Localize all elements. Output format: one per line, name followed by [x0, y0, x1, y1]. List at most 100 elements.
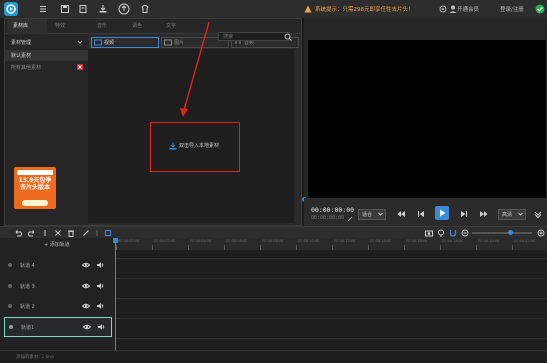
system-notice[interactable]: 系统提示：只需298元即享任性去片头！	[315, 5, 414, 13]
sidebar-header-label: 素材管理	[11, 40, 32, 46]
add-track-button[interactable]: + 添加轨道	[44, 241, 70, 248]
upload-icon[interactable]	[118, 3, 130, 15]
skip-to-end-icon[interactable]	[478, 209, 488, 219]
search-icon[interactable]	[284, 33, 292, 41]
track-row-selected[interactable]: 轨道1	[4, 317, 112, 337]
top-bar: 系统提示：只需298元即享任性去片头！ 开通会员 登录/注册	[0, 0, 547, 19]
category-video[interactable]: 视频	[91, 37, 159, 48]
app-logo-icon[interactable]	[4, 2, 18, 16]
track-divider	[114, 318, 547, 319]
track-divider	[114, 258, 547, 259]
ruler-tick-label: 00:00:22:00	[514, 239, 536, 243]
status-ok-icon	[535, 4, 545, 14]
tab-color[interactable]: 调色	[132, 22, 142, 29]
playhead[interactable]	[115, 238, 116, 350]
zoom-in-icon[interactable]	[537, 229, 545, 237]
import-icon	[169, 142, 177, 150]
promo-text: 13.9元包季 去片头版本	[18, 177, 52, 191]
ruler-tick-label: 00:00:00:00	[118, 239, 140, 243]
menu-icon[interactable]	[38, 4, 48, 14]
edit-timecode-icon[interactable]	[347, 216, 353, 222]
next-frame-icon[interactable]	[459, 209, 469, 219]
timecode-total: 00:00:00:00	[311, 215, 345, 221]
export-icon[interactable]	[98, 4, 108, 14]
prev-frame-icon[interactable]	[416, 209, 426, 219]
eye-icon[interactable]	[82, 282, 90, 290]
track-label: 轨道 3	[20, 284, 35, 290]
track-dot-icon	[8, 304, 12, 308]
status-bar: 添加的素材: 1 line	[0, 350, 547, 363]
tab-music[interactable]: 音乐	[97, 22, 107, 29]
track-row[interactable]: 轨道 2	[0, 296, 114, 316]
zoom-out-icon[interactable]	[461, 229, 469, 237]
track-dot-icon	[8, 284, 12, 288]
track-row[interactable]: 轨道 3	[0, 276, 114, 296]
tab-media[interactable]: 素材库	[13, 22, 28, 29]
delete-clip-icon[interactable]	[67, 229, 75, 237]
promo-ad[interactable]: 13.9元包季 去片头版本	[14, 167, 56, 209]
timecode-current: 00:00:00:00	[311, 206, 355, 214]
category-video-label: 视频	[104, 40, 115, 46]
crop-icon[interactable]	[104, 229, 112, 237]
ruler-tick-label: 00:00:12:00	[334, 239, 356, 243]
fit-select-label: 适合	[362, 212, 373, 218]
track-dot-icon	[9, 325, 13, 329]
track-label: 轨道 2	[20, 304, 35, 310]
warning-icon	[304, 5, 312, 13]
timeline-body[interactable]	[114, 250, 547, 350]
track-row[interactable]: 轨道 4	[0, 255, 114, 275]
playhead-handle[interactable]	[113, 238, 118, 243]
ruler-tick-label: 00:00:10:00	[298, 239, 320, 243]
save-icon[interactable]	[60, 4, 70, 14]
zoom-slider[interactable]	[472, 232, 532, 234]
tab-effects[interactable]: 特效	[55, 22, 65, 29]
eye-icon[interactable]	[82, 302, 90, 310]
vip-link[interactable]: 开通会员	[457, 5, 479, 13]
ruler-tick-label: 00:00:16:00	[406, 239, 428, 243]
eye-icon[interactable]	[83, 323, 91, 331]
sidebar-item-default[interactable]: 默认素材	[5, 50, 89, 61]
magnet-icon[interactable]	[449, 229, 457, 237]
speaker-icon[interactable]	[97, 323, 105, 331]
expand-icon[interactable]	[533, 209, 543, 219]
video-preview[interactable]	[308, 40, 546, 198]
pen-icon[interactable]	[82, 229, 90, 237]
import-highlight-box[interactable]: 双击导入本地素材	[150, 122, 240, 172]
zoom-slider-handle[interactable]	[508, 230, 513, 235]
fit-select[interactable]: 适合	[358, 209, 386, 220]
speaker-icon[interactable]	[96, 302, 104, 310]
chevron-down-icon[interactable]	[77, 39, 83, 45]
settings-icon[interactable]	[438, 4, 448, 14]
login-link[interactable]: 登录/注册	[500, 5, 524, 13]
ruler-tick-label: 00:00:06:00	[226, 239, 248, 243]
sidebar-header[interactable]: 素材管理	[5, 37, 89, 48]
speaker-icon[interactable]	[96, 282, 104, 290]
quality-select[interactable]: 高清	[498, 209, 526, 220]
new-project-icon[interactable]	[78, 4, 88, 14]
redo-icon[interactable]	[28, 229, 36, 237]
status-text: 添加的素材: 1 line	[16, 355, 54, 360]
play-button[interactable]	[435, 206, 449, 220]
track-label: 轨道1	[21, 325, 35, 331]
search-input[interactable]	[218, 32, 290, 41]
undo-icon[interactable]	[14, 229, 22, 237]
ruler-tick-label: 00:00:08:00	[262, 239, 284, 243]
skip-to-start-icon[interactable]	[397, 209, 407, 219]
track-divider	[114, 298, 547, 299]
cut-icon[interactable]	[54, 229, 62, 237]
delete-icon[interactable]	[77, 64, 83, 70]
sidebar-item-label: 默认素材	[11, 53, 32, 59]
sidebar-item-others[interactable]: 所有其他素材	[5, 62, 89, 73]
skin-icon[interactable]	[140, 4, 150, 14]
ruler-tick-label: 00:00:14:00	[370, 239, 392, 243]
annotation-arrow	[180, 21, 210, 117]
eye-icon[interactable]	[82, 261, 90, 269]
promo-button[interactable]	[22, 200, 48, 206]
import-label: 双击导入本地素材	[179, 143, 220, 149]
timeline-ruler[interactable]: 00:00:00:00 00:00:02:00 00:00:04:00 00:00:0…	[114, 238, 547, 250]
camera-icon[interactable]	[425, 229, 433, 237]
track-dot-icon	[8, 263, 12, 267]
split-icon[interactable]	[41, 229, 49, 237]
speaker-icon[interactable]	[96, 261, 104, 269]
location-icon[interactable]	[437, 229, 445, 237]
